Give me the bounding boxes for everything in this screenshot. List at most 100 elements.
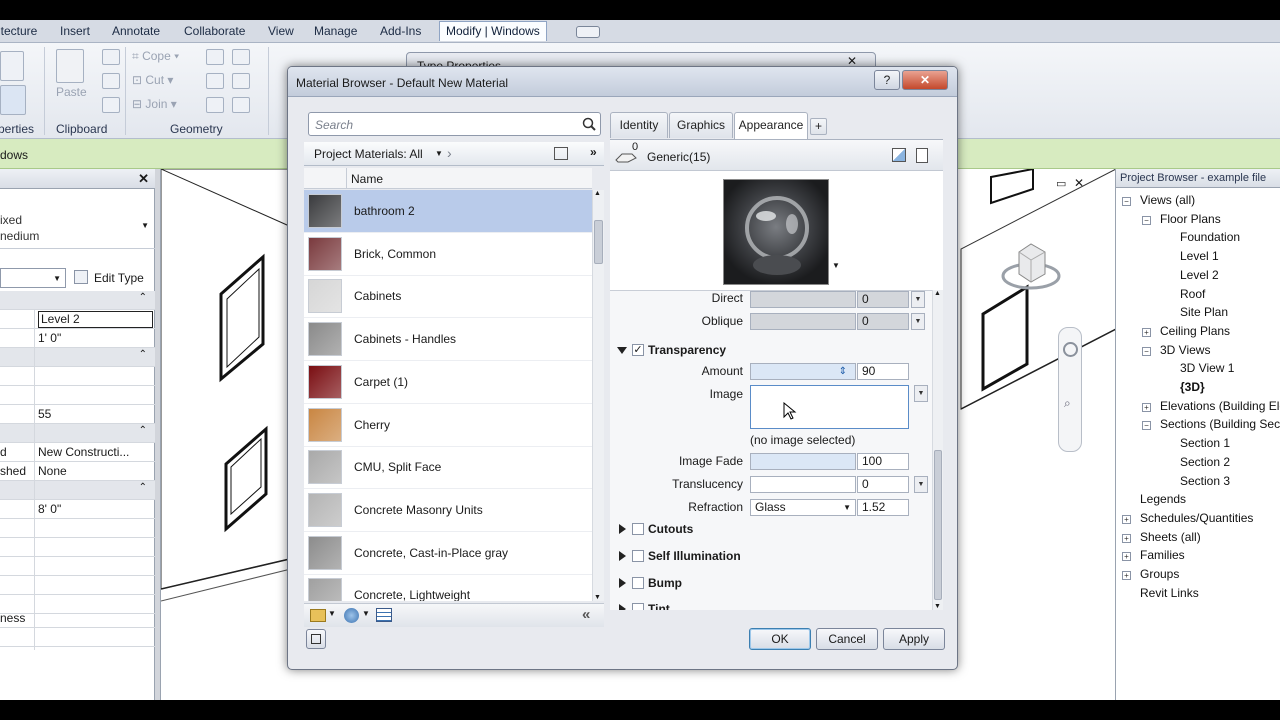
scroll-up-icon[interactable]: ▲ [594,190,601,197]
tab-collaborate[interactable]: Collaborate [184,24,245,38]
material-filter-bar[interactable]: Project Materials: All ▼ › » [304,142,604,166]
navigation-bar[interactable]: ⌕ [1058,327,1082,452]
material-preview-sphere[interactable] [723,179,829,285]
tab-identity[interactable]: Identity [610,112,668,138]
translucency-value[interactable]: 0 [857,476,909,493]
ok-button[interactable]: OK [749,628,811,650]
image-fade-slider[interactable] [750,453,856,470]
property-group-header[interactable]: ⌃ [0,348,155,367]
amount-value[interactable]: 90 [857,363,909,380]
project-browser-item[interactable]: Section 1 [1180,436,1230,450]
scrollbar-thumb[interactable] [934,450,942,600]
self-illumination-checkbox[interactable] [632,550,644,562]
property-value[interactable]: 55 [38,407,153,421]
paste-icon[interactable] [56,49,84,83]
material-list-item[interactable]: bathroom 2 [304,190,592,233]
cutouts-header[interactable]: Cutouts [648,522,693,536]
project-browser-item[interactable]: Revit Links [1140,586,1199,600]
project-browser-item[interactable]: Schedules/Quantities [1140,511,1253,525]
project-browser-item[interactable]: Sheets (all) [1140,530,1201,544]
property-row[interactable]: 55 [0,405,155,424]
tree-expand-toggle[interactable]: − [1142,421,1151,431]
project-browser-item[interactable]: Elevations (Building Elevation) [1160,399,1280,413]
project-browser-item[interactable]: Legends [1140,492,1186,506]
search-icon[interactable] [582,117,596,131]
tab-manage[interactable]: Manage [314,24,357,38]
tab-architecture[interactable]: itecture [0,24,37,38]
type-properties-icon[interactable] [0,85,26,115]
material-list-item[interactable]: CMU, Split Face [304,446,592,490]
create-material-icon[interactable] [344,608,359,623]
material-list-item[interactable]: Carpet (1) [304,361,592,404]
collapse-triangle-icon[interactable] [619,524,626,534]
asset-browser-button[interactable] [306,629,326,649]
collapse-triangle-icon[interactable] [619,604,626,610]
tab-graphics[interactable]: Graphics [669,112,733,138]
geometry-tool-icon[interactable] [206,73,224,89]
property-value[interactable]: Level 2 [38,311,153,328]
project-browser-item[interactable]: Ceiling Plans [1160,324,1230,338]
scroll-up-icon[interactable]: ▲ [934,290,941,297]
material-list-item[interactable]: Concrete Masonry Units [304,489,592,532]
cut-button[interactable]: ⊡ Cut ▾ [132,73,173,87]
oblique-dropdown[interactable]: ▼ [911,313,925,330]
bump-checkbox[interactable] [632,577,644,589]
direct-value[interactable]: 0 [857,291,909,308]
project-browser-item[interactable]: Groups [1140,567,1179,581]
project-browser-item[interactable]: Views (all) [1140,193,1195,207]
self-illumination-header[interactable]: Self Illumination [648,549,741,563]
tree-expand-toggle[interactable]: + [1122,552,1131,562]
tree-expand-toggle[interactable]: + [1122,571,1131,580]
tree-expand-toggle[interactable]: − [1122,197,1131,206]
material-list-item[interactable]: Cabinets - Handles [304,318,592,362]
scrollbar-thumb[interactable] [594,220,603,264]
replace-asset-icon[interactable] [892,148,906,162]
geometry-tool-icon[interactable] [232,97,250,113]
geometry-tool-icon[interactable] [232,49,250,65]
geometry-tool-icon[interactable] [232,73,250,89]
project-browser-item[interactable]: Families [1140,548,1185,562]
project-browser-item[interactable]: Level 2 [1180,268,1219,282]
expand-icon[interactable]: » [590,145,597,159]
image-dropdown[interactable]: ▼ [914,385,928,402]
project-browser-item[interactable]: Roof [1180,287,1205,301]
tree-expand-toggle[interactable]: − [1142,346,1151,356]
property-row[interactable] [0,576,155,595]
property-row[interactable] [0,628,155,647]
add-asset-button[interactable]: + [810,118,827,135]
tint-checkbox[interactable] [632,603,644,610]
tab-view[interactable]: View [268,24,294,38]
type-selector[interactable]: ixed nedium ▼ [0,189,155,249]
cutouts-checkbox[interactable] [632,523,644,535]
bump-header[interactable]: Bump [648,576,682,590]
cope-button[interactable]: ⌗ Cope ▾ [132,49,179,64]
help-button[interactable]: ? [874,70,900,90]
close-icon[interactable]: ✕ [138,171,149,187]
minimize-icon[interactable]: ▭ [1056,177,1066,190]
join-button[interactable]: ⊟ Join ▾ [132,97,177,111]
project-browser-item[interactable]: 3D View 1 [1180,361,1234,375]
property-row[interactable]: d New Constructi... [0,443,155,462]
project-browser-item[interactable]: Site Plan [1180,305,1228,319]
property-row[interactable]: shed None [0,462,155,481]
property-row[interactable]: 1' 0" [0,329,155,348]
duplicate-asset-icon[interactable] [916,148,928,163]
image-picker[interactable] [750,385,909,429]
view-cube[interactable] [1001,234,1061,294]
tab-insert[interactable]: Insert [60,24,90,38]
direct-slider[interactable] [750,291,856,308]
tab-annotate[interactable]: Annotate [112,24,160,38]
tree-expand-toggle[interactable]: + [1142,402,1151,412]
scroll-down-icon[interactable]: ▼ [934,603,941,610]
tint-header[interactable]: Tint [648,602,670,610]
project-browser-item[interactable]: Sections (Building Section) [1160,417,1280,431]
material-list-item[interactable]: Cabinets [304,275,592,319]
ribbon-toggle-icon[interactable] [576,26,600,38]
cancel-button[interactable]: Cancel [816,628,878,650]
appearance-scrollbar[interactable]: ▲ ▼ [932,290,943,610]
copy-icon[interactable] [102,73,120,89]
material-list-item[interactable]: Concrete, Lightweight [304,574,592,601]
view-toggle-icon[interactable] [554,147,568,160]
material-list-item[interactable]: Concrete, Cast-in-Place gray [304,532,592,575]
property-row[interactable]: 8' 0" [0,500,155,519]
